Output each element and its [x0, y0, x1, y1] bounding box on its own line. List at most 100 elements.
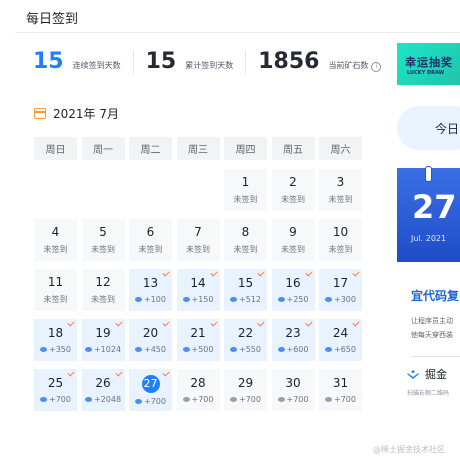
lucky-draw-banner[interactable]: 幸运抽奖 LUCKY DRAW: [397, 43, 460, 85]
checkmark-icon: [257, 319, 265, 327]
weekday-header-row: 周日 周一 周二 周三 周四 周五 周六: [34, 137, 362, 160]
title-divider: [15, 32, 460, 33]
calendar-day[interactable]: 16 +250: [271, 269, 315, 311]
day-number: 9: [289, 225, 297, 239]
day-status: +300: [325, 295, 356, 304]
calendar-day[interactable]: 22 +550: [224, 319, 267, 361]
day-status-text: +512: [239, 295, 261, 304]
today-sign-in-button[interactable]: 今日: [397, 106, 460, 150]
day-number: 11: [47, 275, 64, 289]
page-title: 每日签到: [26, 12, 79, 27]
stat-total: 15 累计签到天数: [146, 49, 234, 74]
calendar-day[interactable]: 15 +512: [224, 269, 267, 311]
promo-headline: 宜代码复: [411, 289, 460, 303]
day-status-text: +450: [144, 345, 166, 354]
juejin-brand: 掘金: [407, 366, 447, 382]
calendar-day[interactable]: 26 +2048: [81, 369, 125, 411]
checkmark-icon: [352, 319, 360, 327]
day-number: 28: [190, 376, 206, 390]
calendar-day[interactable]: 20 +450: [129, 319, 172, 361]
calendar-day[interactable]: 24 +650: [319, 319, 362, 361]
ore-count-label: 当前矿石数: [328, 61, 369, 70]
weekday-header: 周五: [271, 137, 315, 160]
day-number: 10: [332, 225, 349, 239]
weekday-header: 周四: [224, 137, 267, 160]
ore-icon: [84, 347, 92, 352]
checkmark-icon: [162, 369, 170, 377]
month-header: 2021年 7月: [34, 105, 119, 122]
day-status: +700: [277, 395, 308, 404]
ore-icon: [40, 397, 47, 402]
calendar-day[interactable]: 29 +700: [224, 369, 267, 411]
calendar-day[interactable]: 18 +350: [34, 319, 77, 361]
day-status: +700: [40, 395, 71, 404]
calendar-day[interactable]: 4 未签到: [34, 219, 77, 261]
day-status-text: 未签到: [138, 245, 163, 254]
today-button-label: 今日: [435, 121, 460, 136]
calendar-day[interactable]: 6 未签到: [129, 219, 172, 261]
day-status: +1024: [84, 345, 121, 354]
day-status: 未签到: [44, 294, 68, 305]
daily-promo-card: 27 Jul. 2021 宜代码复 让程序员主动 他每天穿西装 掘金 扫描右侧二…: [397, 166, 460, 408]
calendar-day[interactable]: 21 +500: [176, 319, 220, 361]
day-number: 5: [99, 225, 107, 239]
day-number: 15: [237, 276, 254, 290]
day-status: +2048: [84, 395, 122, 404]
calendar-day[interactable]: 28 +700: [176, 369, 220, 411]
day-status: 未签到: [329, 244, 353, 255]
calendar-day[interactable]: 13 +100: [129, 269, 172, 311]
day-number: 3: [336, 175, 345, 189]
promo-month-year: Jul. 2021: [411, 234, 447, 243]
day-status-text: +700: [239, 395, 261, 404]
calendar-day[interactable]: 12 未签到: [81, 269, 125, 311]
calendar-day[interactable]: 23 +600: [271, 319, 315, 361]
calendar-day[interactable]: 1 未签到: [224, 169, 267, 211]
day-number: 13: [142, 276, 159, 290]
day-number: 31: [332, 376, 349, 390]
calendar-day-today[interactable]: 27 +700: [129, 369, 172, 411]
ore-icon: [325, 297, 332, 302]
calendar-day[interactable]: 10 未签到: [319, 219, 362, 261]
calendar-day[interactable]: 14 +150: [176, 269, 220, 311]
checkmark-icon: [67, 369, 75, 377]
calendar-day[interactable]: 7 未签到: [176, 219, 220, 261]
day-number: 25: [47, 376, 64, 390]
promo-body: 宜代码复 让程序员主动 他每天穿西装 掘金 扫描右侧二维码: [397, 262, 460, 408]
day-number: 1: [241, 175, 250, 189]
ore-icon: [230, 347, 237, 352]
calendar-day[interactable]: 11 未签到: [34, 269, 77, 311]
day-status: +700: [182, 395, 213, 404]
empty-day-cell: [129, 169, 172, 211]
ore-icon: [182, 297, 190, 302]
ore-icon: [277, 397, 285, 402]
sign-in-card: 每日签到 15 连续签到天数 15 累计签到天数 1856 当前矿石数 i 20…: [0, 0, 460, 460]
month-label: 2021年 7月: [53, 107, 119, 121]
calendar-day[interactable]: 19 +1024: [81, 319, 125, 361]
day-status-text: +2048: [93, 395, 122, 404]
calendar-day[interactable]: 8 未签到: [224, 219, 267, 261]
day-number: 22: [237, 326, 254, 340]
calendar-day[interactable]: 25 +700: [34, 369, 77, 411]
ore-icon: [230, 297, 237, 302]
day-status: 未签到: [281, 244, 305, 255]
calendar-day[interactable]: 31 +700: [319, 369, 362, 411]
calendar-day[interactable]: 17 +300: [319, 269, 362, 311]
calendar-day[interactable]: 2 未签到: [271, 169, 315, 211]
day-status-text: 未签到: [233, 245, 258, 254]
weekday-header: 周三: [176, 137, 220, 160]
pin-icon: [425, 166, 432, 182]
info-icon[interactable]: i: [371, 62, 382, 72]
checkmark-icon: [352, 269, 360, 277]
calendar-day[interactable]: 5 未签到: [81, 219, 125, 261]
day-status-text: +250: [286, 295, 309, 304]
promo-text: 让程序员主动 他每天穿西装: [411, 314, 453, 342]
day-status: 未签到: [329, 194, 353, 205]
checkmark-icon: [114, 319, 123, 327]
calendar-day[interactable]: 3 未签到: [319, 169, 362, 211]
calendar-day[interactable]: 9 未签到: [271, 219, 315, 261]
day-number: 20: [142, 326, 159, 340]
day-number: 29: [237, 376, 254, 390]
lucky-draw-title: 幸运抽奖: [405, 56, 453, 69]
ore-icon: [182, 397, 190, 402]
calendar-day[interactable]: 30 +700: [271, 369, 315, 411]
